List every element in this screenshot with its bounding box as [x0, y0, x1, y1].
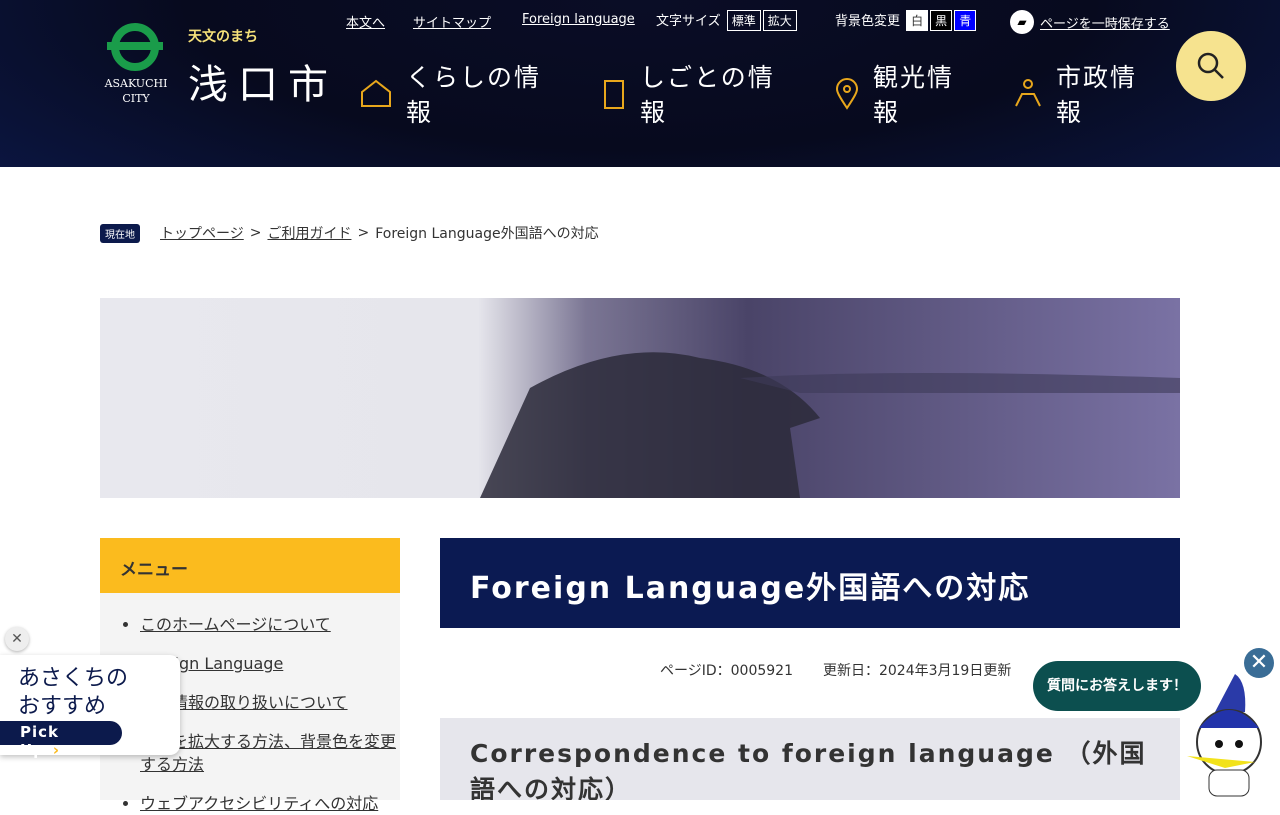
pickup-close-button[interactable]: ✕ — [5, 627, 29, 651]
nav-work[interactable]: しごとの情報 — [602, 60, 790, 130]
house-icon — [361, 79, 391, 107]
section-heading: Correspondence to foreign language （外国語へ… — [440, 718, 1180, 800]
building-icon — [604, 80, 624, 109]
menu-item-about[interactable]: このホームページについて — [140, 615, 331, 634]
site-header: ASAKUCHI CITY 天文のまち 浅口市 本文へ サイトマップ Forei… — [0, 0, 1280, 212]
breadcrumb: 現在地 トップページ > ご利用ガイド > Foreign Language外国語へ… — [100, 223, 599, 243]
search-button[interactable] — [1176, 31, 1246, 101]
chatbot-close-button[interactable]: ✕ — [1244, 648, 1274, 678]
bg-color-label: 背景色変更 — [835, 14, 901, 29]
page-title: Foreign Language外国語への対応 — [440, 538, 1180, 628]
bg-white-button[interactable]: 白 — [906, 10, 929, 31]
font-standard-button[interactable]: 標準 — [726, 10, 761, 31]
nav-city-admin[interactable]: 市政情報 — [1014, 60, 1146, 130]
mascot-chatbot-icon[interactable] — [1185, 672, 1273, 800]
city-emblem-icon — [107, 23, 163, 71]
save-page-link[interactable]: ページを一時保存する — [1040, 13, 1170, 32]
skip-link[interactable]: 本文へ — [346, 16, 385, 31]
side-menu-title: メニュー — [100, 538, 400, 593]
folder-icon: ▰ — [1010, 10, 1034, 34]
page-meta: ページID：0005921 更新日：2024年3月19日更新 — [660, 660, 1041, 680]
logo-english: ASAKUCHI CITY — [104, 77, 168, 105]
foreign-language-link[interactable]: Foreign language — [522, 12, 635, 27]
search-icon — [1197, 52, 1224, 79]
current-location-badge: 現在地 — [100, 223, 140, 243]
breadcrumb-guide[interactable]: ご利用ガイド — [267, 223, 351, 243]
sitemap-link[interactable]: サイトマップ — [413, 16, 491, 31]
map-pin-icon — [835, 78, 859, 110]
menu-item-accessibility[interactable]: ウェブアクセシビリティへの対応 — [140, 794, 378, 813]
bg-black-button[interactable]: 黒 — [930, 10, 953, 31]
chatbot-bubble[interactable]: 質問にお答えします！ — [1033, 661, 1201, 711]
updated-date: 更新日：2024年3月19日更新 — [822, 663, 1012, 679]
breadcrumb-current: Foreign Language外国語への対応 — [375, 226, 599, 242]
people-icon — [1015, 79, 1041, 107]
bg-blue-button[interactable]: 青 — [954, 10, 977, 31]
logo-name[interactable]: 浅口市 — [188, 52, 338, 110]
chevron-right-icon: › — [52, 741, 61, 759]
font-size-label: 文字サイズ — [656, 14, 721, 29]
logo-tagline: 天文のまち — [188, 29, 258, 45]
page-id: ページID：0005921 — [660, 663, 793, 679]
nav-living[interactable]: くらしの情報 — [360, 60, 556, 130]
hero-banner-image — [100, 298, 1180, 498]
pickup-button[interactable]: Pick Up › — [0, 721, 122, 759]
pickup-banner[interactable]: あさくちの おすすめ Pick Up › — [0, 655, 180, 759]
breadcrumb-top[interactable]: トップページ — [160, 223, 244, 243]
nav-tourism[interactable]: 観光情報 — [835, 60, 963, 130]
font-large-button[interactable]: 拡大 — [762, 10, 797, 31]
